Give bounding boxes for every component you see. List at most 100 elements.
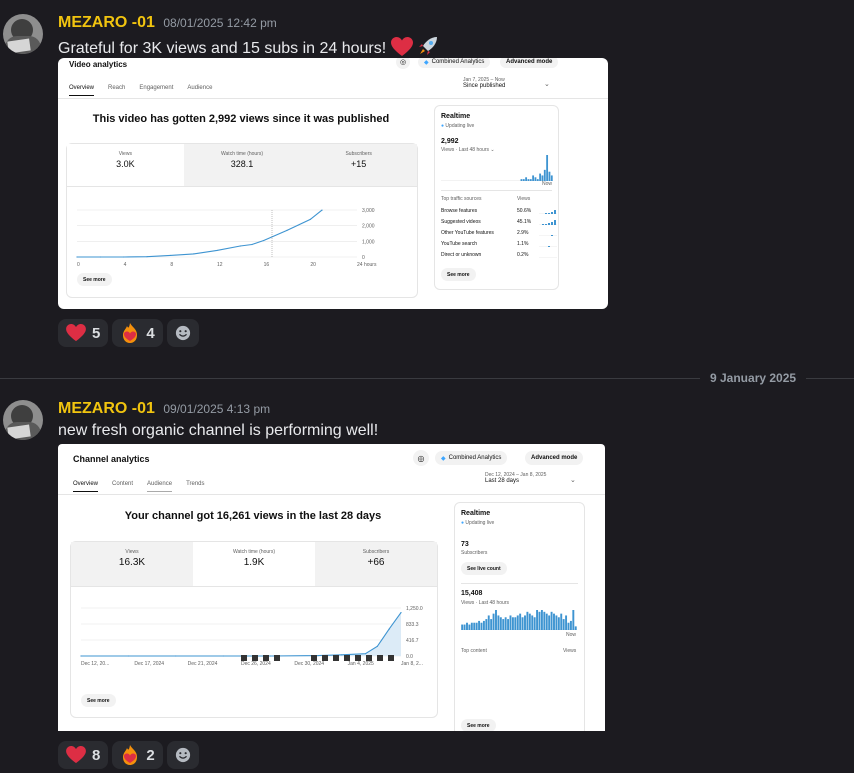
advanced-mode-button[interactable]: Advanced mode xyxy=(525,451,584,465)
metric-views[interactable]: Views 16.3K xyxy=(71,542,193,586)
realtime-bar xyxy=(545,613,548,630)
realtime-bar-chart xyxy=(461,610,577,630)
video-upload-icon xyxy=(388,655,394,661)
metric-watch-time[interactable]: Watch time (hours) 328.1 xyxy=(184,144,301,186)
x-tick-label: Dec 17, 2024 xyxy=(134,661,164,667)
y-tick-label: 1,000 xyxy=(362,239,375,245)
video-upload-icon xyxy=(274,655,280,661)
embed-title: Video analytics xyxy=(69,60,128,69)
realtime-bar xyxy=(487,615,490,630)
y-tick-label: 2,000 xyxy=(362,224,375,230)
x-tick-label: 16 xyxy=(264,262,270,268)
metrics-card: Views 16.3K Watch time (hours) 1.9K Subs… xyxy=(70,541,438,718)
date-range-selector[interactable]: Dec 12, 2024 – Jan 8, 2025 Last 28 days xyxy=(485,472,546,484)
metric-views[interactable]: Views 3.0K xyxy=(67,144,184,186)
data-point xyxy=(263,239,265,242)
realtime-bar xyxy=(520,179,523,181)
avatar[interactable] xyxy=(3,14,43,54)
y-tick-label: 3,000 xyxy=(362,208,375,214)
x-tick-label: 0 xyxy=(77,262,80,268)
tab-overview[interactable]: Overview xyxy=(73,481,99,492)
data-point xyxy=(321,209,323,211)
y-tick-label: 416.7 xyxy=(406,638,419,644)
combined-analytics-button[interactable]: ◆ Combined Analytics xyxy=(418,58,491,68)
see-more-button[interactable]: See more xyxy=(81,694,116,707)
add-reaction-button[interactable] xyxy=(166,741,199,769)
metric-subscribers[interactable]: Subscribers +66 xyxy=(315,542,437,586)
data-point xyxy=(309,218,311,220)
camera-icon[interactable]: ◎ xyxy=(413,450,429,466)
heart-emoji-icon xyxy=(66,746,86,764)
channel-analytics-embed[interactable]: Channel analytics ◎ ◆ Combined Analytics … xyxy=(58,444,605,731)
data-point xyxy=(270,655,272,657)
video-upload-icon xyxy=(366,655,372,661)
heart-emoji-icon xyxy=(66,324,86,342)
video-upload-icon xyxy=(322,655,328,661)
realtime-see-more-button[interactable]: See more xyxy=(441,268,476,281)
tab-audience[interactable]: Audience xyxy=(187,85,212,96)
realtime-bar xyxy=(538,611,541,630)
x-tick-label: 24 hours xyxy=(357,262,377,268)
tab-overview[interactable]: Overview xyxy=(69,85,95,96)
chevron-down-icon[interactable]: ⌄ xyxy=(570,476,576,484)
see-live-count-button[interactable]: See live count xyxy=(461,562,507,575)
chevron-down-icon[interactable]: ⌄ xyxy=(544,80,550,88)
live-dot-icon: ● xyxy=(461,520,465,526)
reaction-heart-on-fire[interactable]: 2 xyxy=(112,741,163,769)
tab-reach[interactable]: Reach xyxy=(108,85,125,96)
reaction-heart-on-fire[interactable]: 4 xyxy=(112,319,163,347)
x-tick-label: Jan 4, 2025 xyxy=(348,661,374,667)
date-range-selector[interactable]: Jan 7, 2025 – Now Since published xyxy=(463,77,505,89)
username[interactable]: MEZARO -01 xyxy=(58,400,155,417)
tab-audience[interactable]: Audience xyxy=(147,481,173,492)
sparkline-bar xyxy=(545,224,547,225)
video-analytics-embed[interactable]: Video analytics ◎ ◆ Combined Analytics Ad… xyxy=(58,58,608,309)
metrics-card: Views 3.0K Watch time (hours) 328.1 Subs… xyxy=(66,143,418,298)
metric-subscribers[interactable]: Subscribers +15 xyxy=(300,144,417,186)
camera-icon[interactable]: ◎ xyxy=(396,58,410,69)
realtime-bar xyxy=(543,169,546,181)
realtime-bar xyxy=(560,613,563,630)
realtime-bar xyxy=(478,620,481,630)
realtime-bar xyxy=(516,615,519,630)
realtime-bar xyxy=(533,617,536,630)
realtime-bar xyxy=(525,177,528,181)
combined-analytics-button[interactable]: ◆ Combined Analytics xyxy=(435,451,508,465)
traffic-source-percent: 0.2% xyxy=(517,252,529,258)
combined-analytics-icon: ◆ xyxy=(424,59,429,66)
realtime-bar xyxy=(536,179,539,181)
realtime-bar xyxy=(485,619,488,630)
heart-on-fire-emoji-icon xyxy=(123,323,138,343)
realtime-bar xyxy=(480,622,483,630)
traffic-source-percent: 45.1% xyxy=(517,219,532,225)
heart-on-fire-emoji-icon xyxy=(123,745,138,765)
advanced-mode-button[interactable]: Advanced mode xyxy=(500,58,559,68)
data-point xyxy=(376,645,378,647)
embed-tabs: Overview Reach Engagement Audience xyxy=(69,85,226,96)
realtime-bar xyxy=(499,617,502,630)
traffic-source-percent: 1.1% xyxy=(517,241,529,247)
y-tick-label: 833.3 xyxy=(406,622,419,628)
tab-trends[interactable]: Trends xyxy=(186,481,204,492)
metric-watch-time[interactable]: Watch time (hours) 1.9K xyxy=(193,542,315,586)
reaction-heart[interactable]: 8 xyxy=(58,741,109,769)
embed-title: Channel analytics xyxy=(73,454,150,464)
reactions: 8 2 xyxy=(58,741,199,769)
reaction-heart[interactable]: 5 xyxy=(58,319,109,347)
username[interactable]: MEZARO -01 xyxy=(58,14,155,31)
realtime-card: Realtime ● Updating live 2,992 Views · L… xyxy=(434,105,559,290)
tab-engagement[interactable]: Engagement xyxy=(139,85,173,96)
video-upload-icon xyxy=(333,655,339,661)
realtime-bar xyxy=(475,622,478,630)
tab-content[interactable]: Content xyxy=(112,481,133,492)
realtime-bar xyxy=(497,615,500,630)
data-point xyxy=(222,655,224,657)
add-reaction-button[interactable] xyxy=(166,319,199,347)
realtime-bar xyxy=(562,619,565,630)
avatar[interactable] xyxy=(3,400,43,440)
realtime-see-more-button[interactable]: See more xyxy=(461,719,496,731)
realtime-bar xyxy=(574,626,577,630)
x-tick-label: Dec 21, 2024 xyxy=(188,661,218,667)
traffic-sparkline xyxy=(539,235,557,236)
see-more-button[interactable]: See more xyxy=(77,273,112,286)
